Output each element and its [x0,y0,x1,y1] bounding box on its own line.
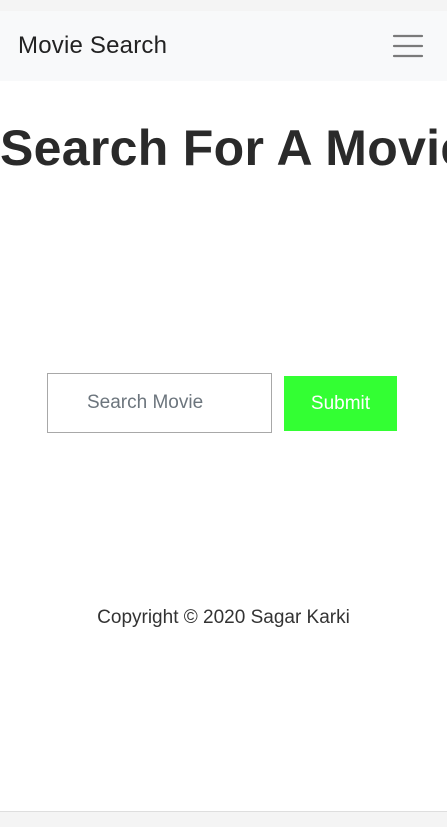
search-movie-input[interactable] [47,373,272,433]
footer-copyright: Copyright © 2020 Sagar Karki [97,607,350,628]
bottom-strip [0,812,447,827]
main-content: Search For A Movie Submit Copyright © 20… [0,81,447,812]
top-strip [0,0,447,11]
page-title: Search For A Movie [0,120,447,176]
navbar: Movie Search [0,11,447,81]
submit-button[interactable]: Submit [284,376,397,431]
page: Movie Search Search For A Movie Submit C… [0,0,447,827]
hamburger-menu-icon [392,34,424,58]
brand-link[interactable]: Movie Search [18,32,167,60]
navbar-toggler-button[interactable] [390,31,426,61]
